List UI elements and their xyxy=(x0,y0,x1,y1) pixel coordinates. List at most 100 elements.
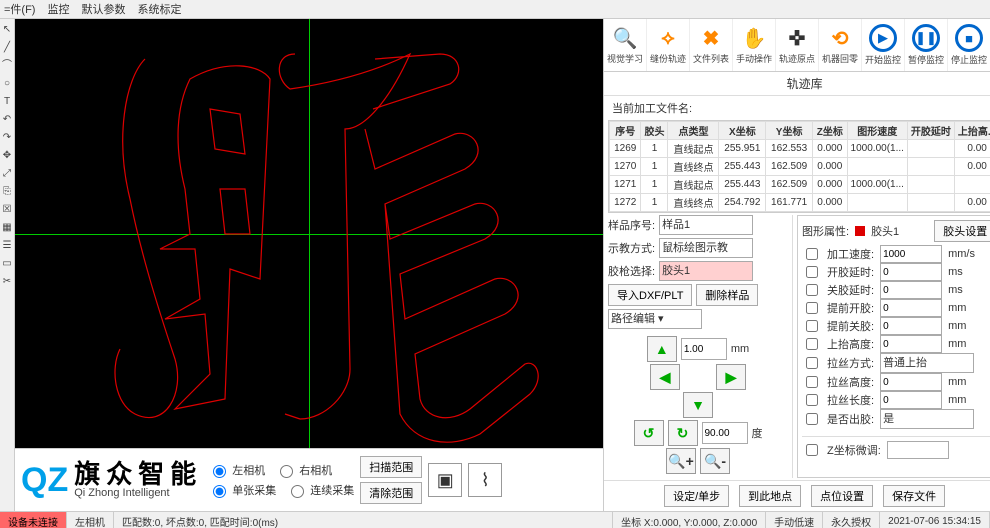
table-header[interactable]: 图形速度 xyxy=(847,122,907,140)
canvas-view[interactable] xyxy=(15,19,603,448)
tool-manual[interactable]: ✋手动操作 xyxy=(733,19,776,71)
param-select-6[interactable]: 普通上抬 xyxy=(880,353,974,373)
param-input-5[interactable] xyxy=(880,335,942,353)
redo-icon[interactable]: ↷ xyxy=(0,131,14,145)
tool-stop[interactable]: ■停止监控 xyxy=(948,19,990,71)
jog-right[interactable]: ▶ xyxy=(716,364,746,390)
param-unit: ms xyxy=(948,284,963,296)
tool-origin[interactable]: ✜轨迹原点 xyxy=(776,19,819,71)
head-setting-button[interactable]: 胶头设置 xyxy=(934,220,990,242)
param-check-6[interactable] xyxy=(806,357,818,369)
trajectory-table[interactable]: 序号胶头点类型X坐标Y坐标Z坐标图形速度开胶延时上抬高...12691直线起点2… xyxy=(608,120,990,213)
rotate-cw[interactable]: ↻ xyxy=(668,420,698,446)
table-header[interactable]: 开胶延时 xyxy=(907,122,954,140)
rect-icon[interactable]: ▭ xyxy=(0,257,14,271)
line-icon[interactable]: ╱ xyxy=(0,41,14,55)
param-input-7[interactable] xyxy=(880,373,942,391)
table-header[interactable]: Y坐标 xyxy=(766,122,813,140)
clear-range-button[interactable]: 清除范围 xyxy=(360,482,422,504)
arrow-icon[interactable]: ↖ xyxy=(0,23,14,37)
curve-tool-icon[interactable]: ⌇ xyxy=(468,463,502,497)
param-input-1[interactable] xyxy=(880,263,942,281)
jog-step-input[interactable] xyxy=(681,338,727,360)
text-icon[interactable]: T xyxy=(0,95,14,109)
circle-icon[interactable]: ○ xyxy=(0,77,14,91)
delete-icon[interactable]: ☒ xyxy=(0,203,14,217)
tool-filelist[interactable]: ✖文件列表 xyxy=(690,19,733,71)
param-check-4[interactable] xyxy=(806,320,818,332)
tool-path[interactable]: ⟡缝份轨迹 xyxy=(647,19,690,71)
table-row[interactable]: 12701直线终点255.443162.5090.0000.00 xyxy=(610,158,990,176)
param-input-8[interactable] xyxy=(880,391,942,409)
right-cam-radio[interactable]: 右相机 xyxy=(275,462,332,478)
path-edit-menu[interactable]: 路径编辑 ▾ xyxy=(608,309,702,329)
glue-head-select[interactable]: 胶头1 xyxy=(659,261,753,281)
param-check-3[interactable] xyxy=(806,302,818,314)
continuous-capture-radio[interactable]: 连续采集 xyxy=(286,482,354,498)
table-header[interactable]: 上抬高... xyxy=(954,122,990,140)
cut-icon[interactable]: ✂ xyxy=(0,275,14,289)
tool-home[interactable]: ⟲机器回零 xyxy=(819,19,862,71)
param-check-7[interactable] xyxy=(806,376,818,388)
table-row[interactable]: 12691直线起点255.951162.5530.0001000.00(1...… xyxy=(610,140,990,158)
angle-input[interactable] xyxy=(702,422,748,444)
param-check-9[interactable] xyxy=(806,413,818,425)
scan-range-button[interactable]: 扫描范围 xyxy=(360,456,422,478)
param-select-9[interactable]: 是 xyxy=(880,409,974,429)
brand-logo: QZ 旗众智能 Qi Zhong Intelligent xyxy=(21,461,202,500)
z-adjust-input[interactable] xyxy=(887,441,949,459)
move-icon[interactable]: ✥ xyxy=(0,149,14,163)
zoom-out[interactable]: 🔍- xyxy=(700,448,730,474)
arc-icon[interactable]: ⌒ xyxy=(0,59,14,73)
param-label: 拉丝方式: xyxy=(827,355,874,371)
jog-left[interactable]: ◀ xyxy=(650,364,680,390)
param-input-2[interactable] xyxy=(880,281,942,299)
param-input-4[interactable] xyxy=(880,317,942,335)
menu-system[interactable]: 系统标定 xyxy=(137,1,181,17)
param-unit: ms xyxy=(948,266,963,278)
param-label: 拉丝长度: xyxy=(827,392,874,408)
teach-mode-select[interactable]: 鼠标绘图示教 xyxy=(659,238,753,258)
param-check-1[interactable] xyxy=(806,266,818,278)
left-cam-radio[interactable]: 左相机 xyxy=(208,462,265,478)
set-step-button[interactable]: 设定/单步 xyxy=(664,485,729,507)
table-header[interactable]: 序号 xyxy=(610,122,641,140)
z-adjust-check[interactable] xyxy=(806,444,818,456)
param-check-2[interactable] xyxy=(806,284,818,296)
goto-point-button[interactable]: 到此地点 xyxy=(739,485,801,507)
table-row[interactable]: 12721直线终点254.792161.7710.0000.00 xyxy=(610,194,990,212)
tool-vision[interactable]: 🔍视觉学习 xyxy=(604,19,647,71)
single-capture-radio[interactable]: 单张采集 xyxy=(208,482,276,498)
param-input-3[interactable] xyxy=(880,299,942,317)
table-header[interactable]: 点类型 xyxy=(668,122,719,140)
param-check-8[interactable] xyxy=(806,394,818,406)
menu-file[interactable]: =件(F) xyxy=(4,1,35,17)
menu-default-params[interactable]: 默认参数 xyxy=(81,1,125,17)
sample-no-select[interactable]: 样品1 xyxy=(659,215,753,235)
delete-sample-button[interactable]: 删除样品 xyxy=(696,284,758,306)
scale-icon[interactable]: ⤢ xyxy=(0,167,14,181)
layer-icon[interactable]: ☰ xyxy=(0,239,14,253)
save-file-button[interactable]: 保存文件 xyxy=(883,485,945,507)
jog-down[interactable]: ▼ xyxy=(683,392,713,418)
tool-play[interactable]: ▶开始监控 xyxy=(862,19,905,71)
param-check-5[interactable] xyxy=(806,338,818,350)
rotate-ccw[interactable]: ↺ xyxy=(634,420,664,446)
tool-pause[interactable]: ❚❚暂停监控 xyxy=(905,19,948,71)
edge-fit-icon[interactable]: ▣ xyxy=(428,463,462,497)
menu-simulate[interactable]: 监控 xyxy=(47,1,69,17)
grid-icon[interactable]: ▦ xyxy=(0,221,14,235)
param-input-0[interactable] xyxy=(880,245,942,263)
point-setting-button[interactable]: 点位设置 xyxy=(811,485,873,507)
zoom-in[interactable]: 🔍+ xyxy=(666,448,696,474)
jog-up[interactable]: ▲ xyxy=(647,336,677,362)
table-header[interactable]: X坐标 xyxy=(719,122,766,140)
import-dxf-button[interactable]: 导入DXF/PLT xyxy=(608,284,692,306)
copy-icon[interactable]: ⎘ xyxy=(0,185,14,199)
param-check-0[interactable] xyxy=(806,248,818,260)
param-label: 是否出胶: xyxy=(827,411,874,427)
table-row[interactable]: 12711直线起点255.443162.5090.0001000.00(1... xyxy=(610,176,990,194)
table-header[interactable]: 胶头 xyxy=(641,122,668,140)
undo-icon[interactable]: ↶ xyxy=(0,113,14,127)
table-header[interactable]: Z坐标 xyxy=(813,122,848,140)
